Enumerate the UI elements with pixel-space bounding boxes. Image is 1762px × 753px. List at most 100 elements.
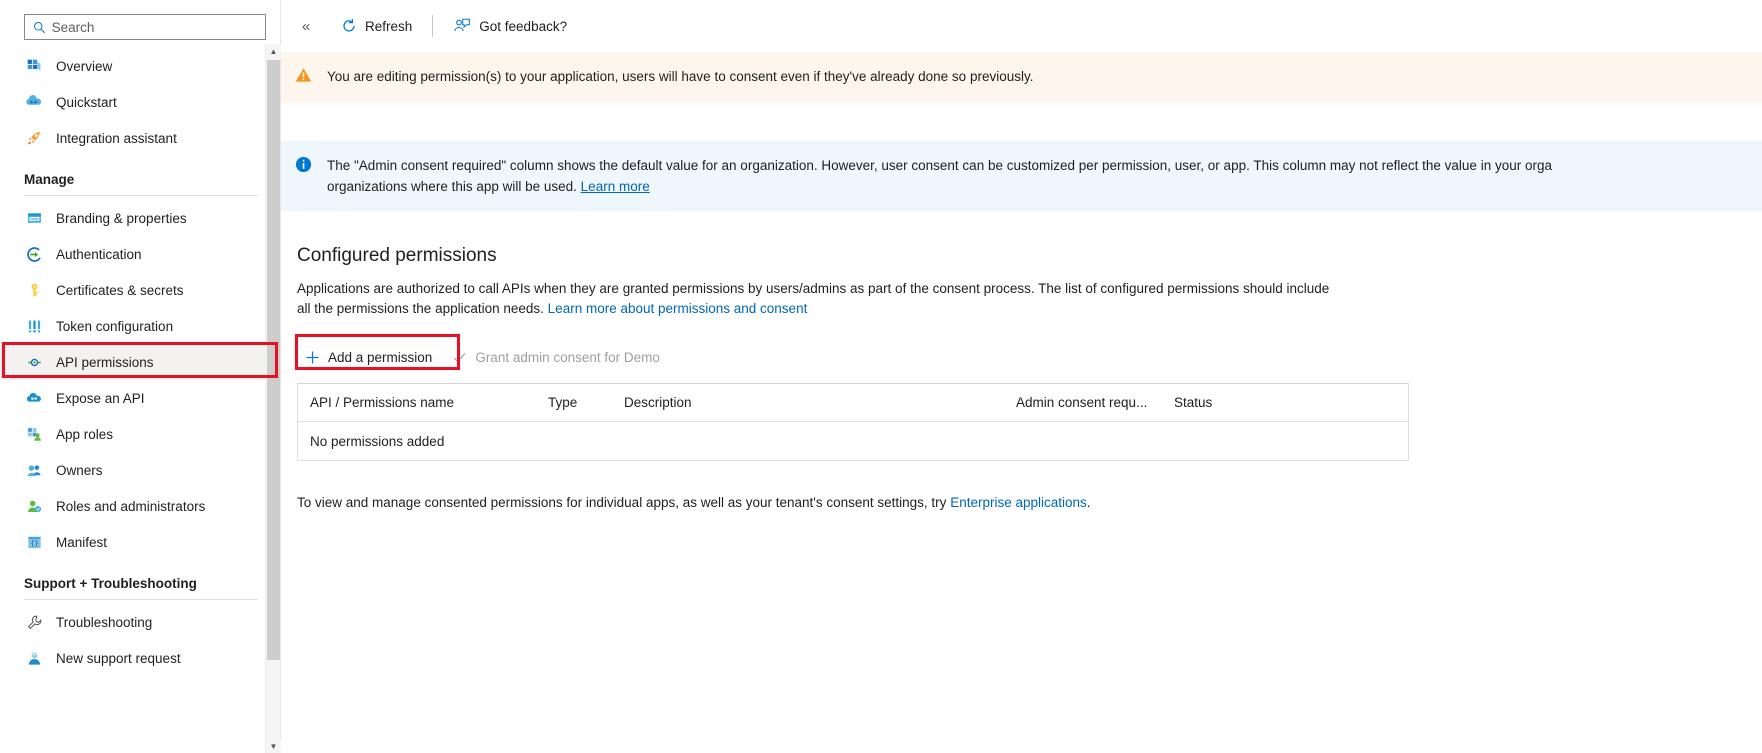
warning-banner-text: You are editing permission(s) to your ap… <box>327 69 1034 84</box>
sidebar-item-label: Certificates & secrets <box>56 282 184 298</box>
sidebar-item-label: Authentication <box>56 246 142 262</box>
sidebar-item-label: Troubleshooting <box>56 614 153 630</box>
support-person-icon <box>24 648 44 668</box>
sidebar-item-label: Token configuration <box>56 318 174 334</box>
rocket-icon <box>24 128 44 148</box>
refresh-label: Refresh <box>365 18 413 34</box>
sidebar-item-label: App roles <box>56 426 114 442</box>
azure-app-registration-api-permissions-page: Overview Quickstart <box>0 0 1762 753</box>
permissions-consent-learn-more-link[interactable]: Learn more about permissions and consent <box>548 301 808 316</box>
browser-window-icon: www <box>24 208 44 228</box>
add-a-permission-label: Add a permission <box>328 349 433 365</box>
enterprise-applications-link[interactable]: Enterprise applications <box>950 495 1087 510</box>
expose-api-cloud-icon <box>24 388 44 408</box>
sidebar-item-label: Quickstart <box>56 94 117 110</box>
sidebar-item-label: Owners <box>56 462 103 478</box>
sidebar-item-quickstart[interactable]: Quickstart <box>0 84 280 120</box>
manifest-braces-icon: {} <box>24 532 44 552</box>
sidebar-group-divider <box>24 195 258 196</box>
footer-note-suffix: . <box>1086 495 1091 510</box>
token-bars-icon <box>24 316 44 336</box>
sidebar-item-branding-properties[interactable]: www Branding & properties <box>0 200 280 236</box>
info-circle-icon <box>295 155 319 179</box>
info-banner-line2: organizations where this app will be use… <box>327 179 577 194</box>
table-empty-row: No permissions added <box>298 422 1408 460</box>
refresh-icon <box>341 18 357 34</box>
refresh-button[interactable]: Refresh <box>331 11 422 41</box>
quickstart-cloud-icon <box>24 92 44 112</box>
column-header-status[interactable]: Status <box>1174 395 1274 410</box>
sidebar-scrollbar[interactable]: ▲ ▼ <box>265 44 281 753</box>
grant-admin-consent-button: Grant admin consent for Demo <box>444 341 672 373</box>
checkmark-icon <box>452 350 467 365</box>
sidebar-item-label: Manifest <box>56 534 108 550</box>
footer-note-prefix: To view and manage consented permissions… <box>297 495 951 510</box>
sidebar-item-troubleshooting[interactable]: Troubleshooting <box>0 604 280 640</box>
sidebar-item-manifest[interactable]: {} Manifest <box>0 524 280 560</box>
info-banner-line1: The "Admin consent required" column show… <box>327 158 1552 173</box>
page-title: Configured permissions <box>297 245 497 266</box>
left-navigation-sidebar: Overview Quickstart <box>0 0 281 753</box>
scrollbar-thumb[interactable] <box>267 60 280 660</box>
sidebar-item-overview[interactable]: Overview <box>0 48 280 84</box>
sidebar-item-expose-an-api[interactable]: Expose an API <box>0 380 280 416</box>
configured-permissions-table: API / Permissions name Type Description … <box>297 383 1409 461</box>
nav-primary-list: Overview Quickstart Integration assistan… <box>0 48 280 676</box>
configured-permissions-section: Configured permissions Applications are … <box>281 245 1762 510</box>
sidebar-group-title-support: Support + Troubleshooting <box>24 576 197 591</box>
feedback-label: Got feedback? <box>479 18 568 34</box>
sidebar-item-label: Branding & properties <box>56 210 187 226</box>
sidebar-item-roles-and-administrators[interactable]: Roles and administrators <box>0 488 280 524</box>
admin-consent-info-banner: The "Admin consent required" column show… <box>281 141 1762 211</box>
search-box[interactable] <box>24 14 266 40</box>
sidebar-item-api-permissions[interactable]: API permissions <box>0 344 280 380</box>
search-icon <box>31 19 48 35</box>
sidebar-item-authentication[interactable]: Authentication <box>0 236 280 272</box>
sidebar-item-label: New support request <box>56 650 181 666</box>
scroll-up-arrow-icon[interactable]: ▲ <box>266 44 281 58</box>
empty-state-message: No permissions added <box>310 433 445 449</box>
sidebar-group-title-manage: Manage <box>24 172 75 187</box>
warning-triangle-icon <box>295 66 319 89</box>
add-a-permission-button[interactable]: Add a permission <box>297 341 444 373</box>
editing-permissions-warning-banner: You are editing permission(s) to your ap… <box>281 52 1762 103</box>
authentication-arrow-icon <box>24 244 44 264</box>
column-header-api-permissions-name[interactable]: API / Permissions name <box>310 395 548 410</box>
sidebar-item-label: Overview <box>56 58 113 74</box>
svg-text:{}: {} <box>30 539 38 547</box>
api-key-node-icon <box>24 352 44 372</box>
sidebar-item-certificates-secrets[interactable]: Certificates & secrets <box>0 272 280 308</box>
got-feedback-button[interactable]: Got feedback? <box>443 11 577 41</box>
column-header-admin-consent-required[interactable]: Admin consent requ... <box>1016 395 1174 410</box>
table-header-row: API / Permissions name Type Description … <box>298 384 1408 422</box>
key-icon <box>24 280 44 300</box>
toolbar-separator <box>432 15 434 37</box>
scroll-down-arrow-icon[interactable]: ▼ <box>266 739 281 753</box>
enterprise-applications-note: To view and manage consented permissions… <box>297 495 1762 510</box>
sidebar-item-label: API permissions <box>56 354 154 370</box>
owners-people-icon <box>24 460 44 480</box>
grant-admin-consent-label: Grant admin consent for Demo <box>475 349 660 365</box>
command-toolbar: « Refresh Got feedback? <box>281 0 1762 52</box>
sidebar-item-app-roles[interactable]: App roles <box>0 416 280 452</box>
feedback-person-icon <box>453 18 471 34</box>
learn-more-link[interactable]: Learn more <box>581 179 650 194</box>
search-input[interactable] <box>47 18 259 36</box>
overview-grid-icon <box>24 56 44 76</box>
sidebar-item-owners[interactable]: Owners <box>0 452 280 488</box>
sidebar-item-integration-assistant[interactable]: Integration assistant <box>0 120 280 156</box>
svg-text:www: www <box>30 217 38 221</box>
section-description-line2: all the permissions the application need… <box>297 301 544 316</box>
app-roles-grid-person-icon <box>24 424 44 444</box>
column-header-type[interactable]: Type <box>548 395 624 410</box>
sidebar-item-label: Expose an API <box>56 390 145 406</box>
wrench-icon <box>24 612 44 632</box>
sidebar-item-label: Roles and administrators <box>56 498 206 514</box>
roles-admin-person-icon <box>24 496 44 516</box>
collapse-sidebar-button[interactable]: « <box>291 11 321 41</box>
permissions-command-bar: Add a permission Grant admin consent for… <box>295 334 1762 373</box>
sidebar-item-token-configuration[interactable]: Token configuration <box>0 308 280 344</box>
sidebar-group-divider <box>24 599 258 600</box>
sidebar-item-new-support-request[interactable]: New support request <box>0 640 280 676</box>
column-header-description[interactable]: Description <box>624 395 1016 410</box>
